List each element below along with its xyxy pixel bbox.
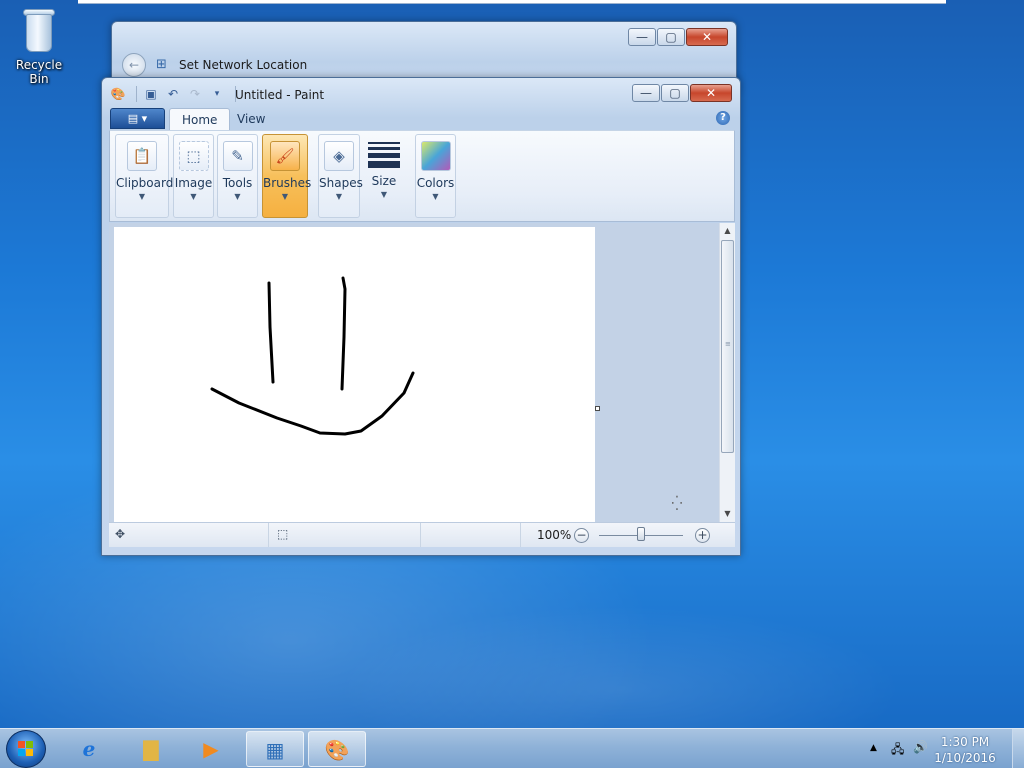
- smiley-drawing: [210, 276, 415, 436]
- ribbon-group-size[interactable]: Size ▼: [363, 134, 405, 218]
- ribbon: 📋 Clipboard ▼ ⬚ Image ▼ ✎ Tools ▼ 🖌 Brus…: [109, 130, 735, 222]
- maximize-button[interactable]: ▢: [661, 84, 689, 102]
- minimize-button[interactable]: —: [628, 28, 656, 46]
- chevron-down-icon: ▼: [380, 190, 388, 199]
- taskbar-network-settings[interactable]: ▦: [246, 731, 304, 767]
- undo-icon[interactable]: ↶: [165, 86, 181, 102]
- taskbar-paint[interactable]: 🎨: [308, 731, 366, 767]
- brush-icon: 🖌: [270, 141, 300, 171]
- caption-buttons: — ▢ ✕: [632, 84, 732, 102]
- ribbon-group-tools[interactable]: ✎ Tools ▼: [217, 134, 258, 218]
- shapes-icon: ◈: [324, 141, 354, 171]
- scroll-thumb[interactable]: ≡: [721, 240, 734, 453]
- zoom-level: 100%: [537, 528, 572, 542]
- background-window-edge: [78, 0, 946, 4]
- minimize-button[interactable]: —: [632, 84, 660, 102]
- recycle-bin-icon: [19, 6, 59, 54]
- image-select-icon: ⬚: [178, 141, 209, 171]
- maximize-button[interactable]: ▢: [657, 28, 685, 46]
- paint-icon: 🎨: [324, 738, 350, 762]
- show-desktop-button[interactable]: [1012, 729, 1024, 768]
- close-button[interactable]: ✕: [686, 28, 728, 46]
- status-image-size: [421, 523, 521, 547]
- ribbon-group-clipboard[interactable]: 📋 Clipboard ▼: [115, 134, 173, 218]
- tools-icon: ✎: [222, 141, 253, 171]
- ribbon-group-shapes[interactable]: ◈ Shapes ▼: [318, 134, 363, 218]
- chevron-down-icon: ▼: [234, 192, 241, 201]
- save-icon[interactable]: ▣: [143, 86, 159, 102]
- clipboard-icon: 📋: [127, 141, 157, 171]
- media-player-icon: ▶: [203, 737, 219, 761]
- desktop-icon-label: Recycle Bin: [15, 58, 63, 86]
- taskbar-internet-explorer[interactable]: ℯ: [60, 731, 118, 767]
- zoom-slider-thumb[interactable]: [637, 527, 645, 541]
- cursor-position-icon: ✥: [115, 527, 126, 541]
- close-button[interactable]: ✕: [690, 84, 732, 102]
- folder-icon: ▇: [143, 737, 159, 761]
- taskbar-media-player[interactable]: ▶: [182, 731, 240, 767]
- clock-time: 1:30 PM: [940, 735, 990, 749]
- control-panel-icon: ▦: [265, 738, 285, 762]
- customize-icon[interactable]: ▾: [209, 86, 225, 102]
- clock[interactable]: 1:30 PM 1/10/2016: [930, 734, 1000, 766]
- taskbar: ℯ ▇ ▶ ▦ 🎨 ▲ 🖧 🔊 1:30 PM 1/10/2016: [0, 728, 1024, 768]
- desktop-icon-recycle-bin[interactable]: Recycle Bin: [6, 6, 72, 86]
- vertical-scrollbar[interactable]: ▲ ≡ ▼: [719, 223, 735, 522]
- back-arrow-icon[interactable]: ←: [122, 53, 146, 77]
- scroll-up-arrow[interactable]: ▲: [720, 223, 735, 239]
- chevron-down-icon: ▼: [432, 192, 439, 201]
- chevron-down-icon: ▼: [138, 192, 146, 201]
- redo-icon[interactable]: ↷: [187, 86, 203, 102]
- paint-app-icon[interactable]: 🎨: [110, 86, 126, 102]
- separator: [136, 86, 137, 102]
- window-title: Untitled - Paint: [235, 88, 325, 102]
- taskbar-file-explorer[interactable]: ▇: [122, 731, 180, 767]
- status-bar: ✥ ⬚ 100% − +: [109, 522, 735, 547]
- ie-icon: ℯ: [82, 737, 96, 761]
- windows-logo-icon: [18, 741, 34, 757]
- zoom-in-button[interactable]: +: [695, 528, 710, 543]
- quick-access-toolbar: 🎨 ▣ ↶ ↷ ▾: [110, 86, 236, 102]
- drawing-canvas[interactable]: [114, 227, 595, 522]
- grip-icon: ≡: [725, 340, 731, 348]
- clock-date: 1/10/2016: [934, 751, 996, 765]
- paint-menu-button[interactable]: ▤ ▾: [110, 108, 165, 129]
- crosshair-cursor-icon: ⁛: [671, 496, 683, 512]
- ribbon-group-colors[interactable]: Colors ▼: [415, 134, 456, 218]
- canvas-resize-handle[interactable]: [595, 406, 600, 411]
- caption-buttons: — ▢ ✕: [628, 28, 728, 46]
- network-icon: ⊞: [156, 57, 167, 72]
- chevron-down-icon: ▼: [190, 192, 197, 201]
- status-cursor-position: ✥: [109, 523, 269, 547]
- zoom-out-button[interactable]: −: [574, 528, 589, 543]
- canvas-area: ⁛: [109, 223, 719, 522]
- tab-view[interactable]: View: [225, 108, 277, 131]
- selection-size-icon: ⬚: [277, 527, 289, 541]
- chevron-down-icon: ▼: [281, 192, 289, 201]
- colors-icon: [420, 141, 451, 171]
- status-selection-size: ⬚: [269, 523, 421, 547]
- ribbon-group-image[interactable]: ⬚ Image ▼: [173, 134, 214, 218]
- scroll-down-arrow[interactable]: ▼: [720, 506, 735, 522]
- chevron-down-icon: ▼: [335, 192, 343, 201]
- window-title: Set Network Location: [179, 58, 308, 72]
- tab-home[interactable]: Home: [169, 108, 231, 131]
- help-icon[interactable]: ?: [716, 111, 730, 125]
- start-button[interactable]: [6, 730, 46, 768]
- ribbon-tabs: ▤ ▾ Home View ?: [109, 107, 735, 131]
- size-icon: [368, 142, 400, 168]
- paint-window[interactable]: 🎨 ▣ ↶ ↷ ▾ Untitled - Paint — ▢ ✕ ▤ ▾ Hom…: [101, 77, 741, 556]
- ribbon-group-brushes[interactable]: 🖌 Brushes ▼: [262, 134, 311, 218]
